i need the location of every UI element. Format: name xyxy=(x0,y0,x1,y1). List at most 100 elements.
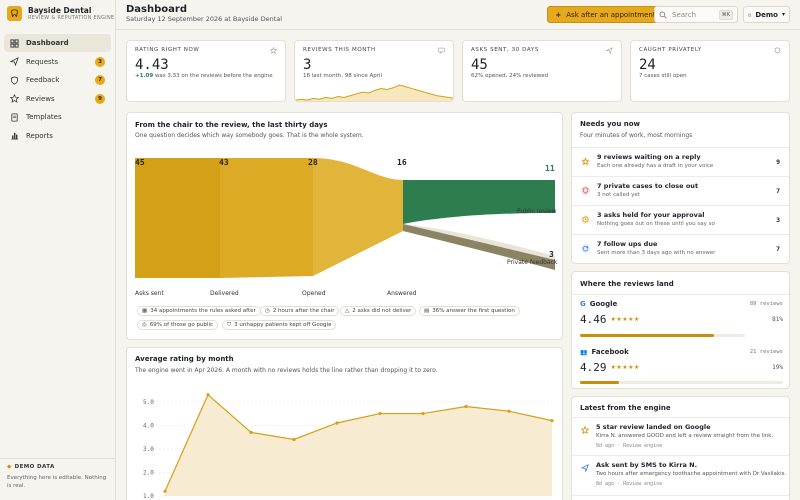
platform-rating: 4.29 xyxy=(580,361,607,374)
stat-label: ASKS SENT, 30 DAYS xyxy=(471,47,539,53)
platform-reviews: 89 reviews xyxy=(749,301,783,307)
latest-item-title: 5 star review landed on Google xyxy=(596,423,711,431)
message-icon xyxy=(438,47,445,54)
y-tick-label: 4.0 xyxy=(143,422,154,429)
funnel-tag: ⛉ 3 unhappy patients kept off Google xyxy=(222,320,337,330)
brand-subtitle: REVIEW & REPUTATION ENGINE xyxy=(28,15,115,21)
send-icon xyxy=(10,57,19,67)
sidebar-item-label: Templates xyxy=(26,113,62,122)
sidebar-item-label: Reports xyxy=(26,131,53,140)
funnel-tag: ▦ 34 appointments the rules asked after xyxy=(137,306,261,316)
need-count: 9 xyxy=(776,158,780,166)
demo-text: Everything here is editable. Nothing is … xyxy=(7,475,107,489)
funnel-subtitle: One question decides which way somebody … xyxy=(135,132,364,139)
star-icon xyxy=(580,425,590,436)
need-item-held-asks[interactable]: 3 asks held for your approval Nothing go… xyxy=(572,205,789,234)
funnel-label-answered: Answered xyxy=(387,290,417,297)
search-placeholder: Search xyxy=(672,10,697,19)
rating-point xyxy=(249,430,253,434)
funnel-graphic xyxy=(135,158,555,278)
latest-item-title: Ask sent by SMS to Kirra N. xyxy=(596,461,698,469)
shield-icon xyxy=(774,47,781,54)
demo-select[interactable]: Demo ▾ xyxy=(743,6,790,23)
sidebar-item-feedback[interactable]: Feedback 7 xyxy=(4,71,111,89)
share-bar-fill xyxy=(580,334,714,337)
star-rating-icon: ★★★★★ xyxy=(610,364,640,371)
need-item-reviews[interactable]: 9 reviews waiting on a reply Each one al… xyxy=(572,147,789,176)
clock-icon: ◷ xyxy=(265,308,270,314)
funnel-tag: ◷ 2 hours after the chair xyxy=(260,306,340,316)
brand[interactable]: Bayside Dental REVIEW & REPUTATION ENGIN… xyxy=(7,6,116,21)
demo-label: DEMO DATA xyxy=(14,464,55,470)
tooth-logo-icon xyxy=(7,6,22,21)
rating-point xyxy=(464,404,468,409)
latest-item[interactable]: 5 star review landed on Google Kirra N. … xyxy=(572,417,789,455)
search-input[interactable]: Search ⌘K xyxy=(654,6,738,23)
google-icon: G xyxy=(580,300,586,308)
platform-google[interactable]: G Google 89 reviews 4.46 ★★★★★ 81% xyxy=(580,300,783,340)
platform-facebook[interactable]: 👥 Facebook 21 reviews 4.29 ★★★★★ 19% xyxy=(580,348,783,388)
document-icon xyxy=(11,113,18,122)
latest-item[interactable] xyxy=(572,495,789,500)
latest-item-meta: 8d ago · Review engine xyxy=(596,443,663,449)
rating-by-month-card: Average rating by month The engine went … xyxy=(126,347,563,500)
funnel-tag: ▤ 36% answer the first question xyxy=(419,306,520,316)
stat-note: 18 last month, 98 since April xyxy=(303,73,383,79)
sidebar-item-reviews[interactable]: Reviews 9 xyxy=(4,90,111,108)
platform-rating: 4.46 xyxy=(580,313,607,326)
sidebar-item-label: Dashboard xyxy=(26,39,69,47)
ask-button-label: Ask after an appointment xyxy=(566,10,656,19)
funnel-stage-asks-sent xyxy=(135,158,220,278)
stat-delta: +1.09 xyxy=(135,73,154,79)
sidebar-item-requests[interactable]: Requests 3 xyxy=(4,53,111,71)
demo-select-value: Demo xyxy=(755,10,778,19)
bar-chart-icon xyxy=(11,133,19,140)
funnel-title: From the chair to the review, the last t… xyxy=(135,121,328,129)
stat-note: 62% opened, 24% reviewed xyxy=(471,73,549,79)
y-tick-label: 1.0 xyxy=(143,493,154,500)
page-subtitle: Saturday 12 September 2026 at Bayside De… xyxy=(126,15,283,23)
reviews-sparkline xyxy=(295,84,453,101)
sidebar-item-reports[interactable]: Reports xyxy=(4,127,111,145)
sidebar-item-templates[interactable]: Templates xyxy=(4,108,111,126)
star-icon xyxy=(270,47,277,54)
latest-title: Latest from the engine xyxy=(580,404,671,412)
sidebar-nav: Dashboard Requests 3 Feedback 7 Reviews … xyxy=(4,34,111,146)
rating-point xyxy=(292,437,296,442)
funnel-label-opened: Opened xyxy=(302,290,326,297)
stat-value: 4.43 xyxy=(135,57,169,73)
need-title: 3 asks held for your approval xyxy=(597,211,705,219)
sidebar-item-dashboard[interactable]: Dashboard xyxy=(4,34,111,52)
plus-icon: + xyxy=(555,10,562,19)
tag-text: 36% answer the first question xyxy=(432,308,515,314)
sidebar-item-label: Requests xyxy=(26,57,59,66)
stat-card-rating: RATING RIGHT NOW 4.43 +1.09 was 3.33 on … xyxy=(126,40,286,102)
funnel-value-answered: 16 xyxy=(397,158,407,167)
funnel-tag: △ 2 asks did not deliver xyxy=(340,306,417,316)
send-icon xyxy=(606,47,613,54)
stat-value: 3 xyxy=(303,57,312,73)
calendar-icon: ▦ xyxy=(142,308,148,314)
need-item-private-cases[interactable]: 7 private cases to close out 3 not calle… xyxy=(572,176,789,205)
funnel-card: From the chair to the review, the last t… xyxy=(126,112,563,340)
ask-after-appointment-button[interactable]: + Ask after an appointment xyxy=(547,6,664,23)
rating-chart-title: Average rating by month xyxy=(135,355,234,363)
funnel-value-asks-sent: 45 xyxy=(135,158,145,167)
sidebar-item-label: Feedback xyxy=(26,76,60,85)
tag-text: 2 hours after the chair xyxy=(272,308,335,314)
share-bar-track xyxy=(580,334,745,337)
share-bar-track xyxy=(580,381,783,384)
latest-item[interactable]: Ask sent by SMS to Kirra N. Two hours af… xyxy=(572,455,789,495)
brand-name: Bayside Dental xyxy=(28,6,92,15)
need-item-follow-ups[interactable]: 7 follow ups due Sent more than 3 days a… xyxy=(572,234,789,263)
building-icon xyxy=(748,13,751,16)
keyboard-shortcut: ⌘K xyxy=(718,9,733,20)
shield-icon xyxy=(581,186,590,195)
funnel-label-delivered: Delivered xyxy=(210,290,239,297)
latest-item-meta: 8d ago · Review engine xyxy=(596,481,663,487)
funnel-stage-opened xyxy=(313,158,403,276)
tag-text: 3 unhappy patients kept off Google xyxy=(234,322,332,328)
star-rating-icon: ★★★★★ xyxy=(610,316,640,323)
grid-icon xyxy=(10,38,19,48)
refresh-icon xyxy=(581,244,590,253)
